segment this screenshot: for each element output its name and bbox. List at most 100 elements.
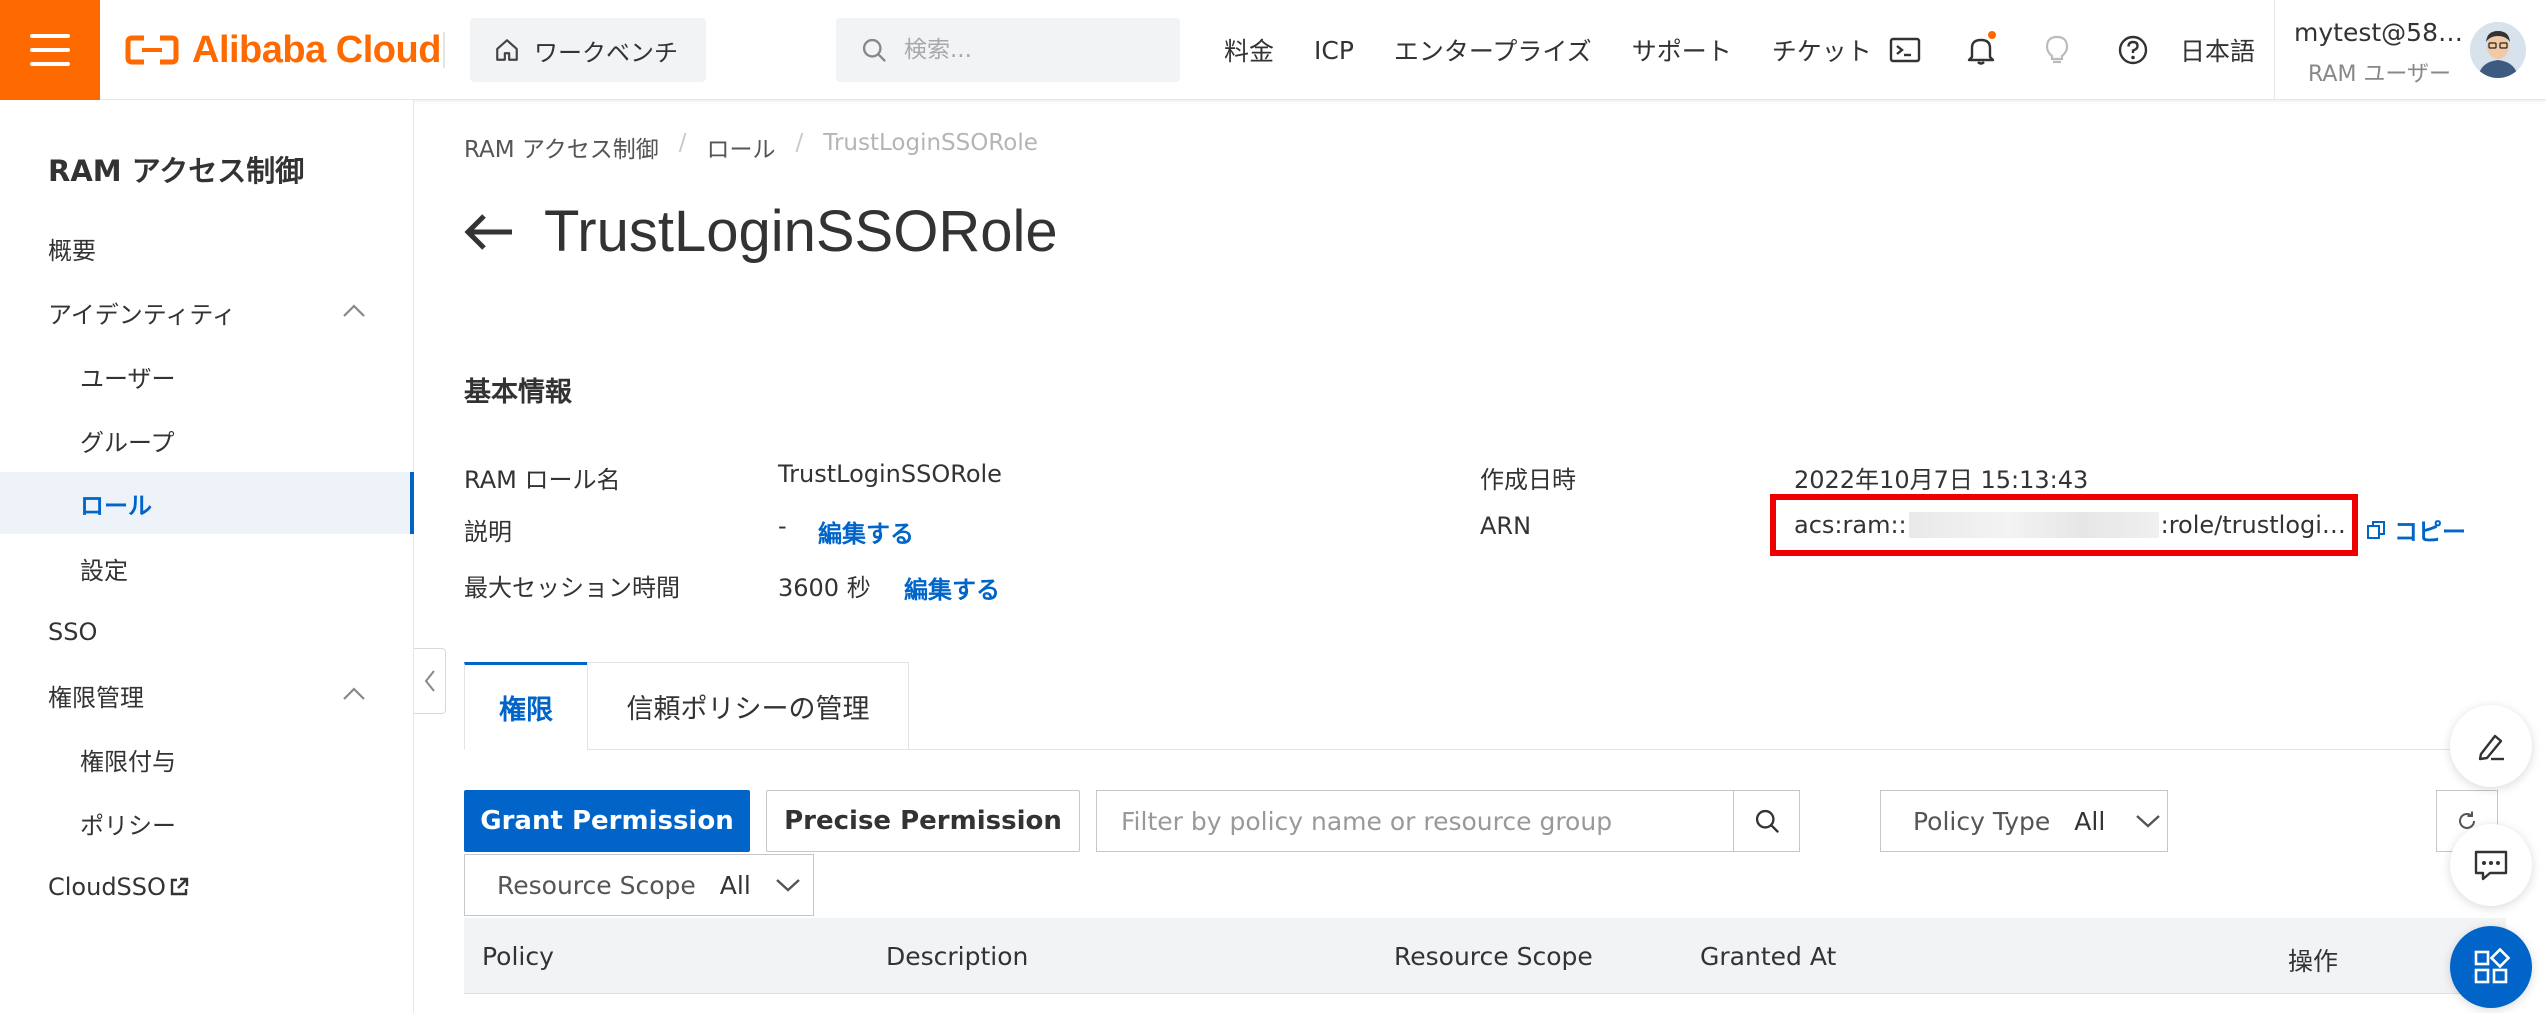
sidebar-item-identity[interactable]: アイデンティティ bbox=[0, 281, 414, 343]
avatar[interactable] bbox=[2470, 22, 2526, 78]
tab-bar: 権限 信頼ポリシーの管理 bbox=[464, 662, 2504, 750]
sidebar-item-permission-management[interactable]: 権限管理 bbox=[0, 664, 414, 726]
bell-icon[interactable] bbox=[1964, 31, 1998, 67]
copy-label: コピー bbox=[2394, 518, 2466, 546]
user-avatar-icon bbox=[2470, 22, 2526, 78]
description-value: - bbox=[778, 512, 787, 540]
top-navigation-bar: Alibaba Cloud ワークベンチ 料金 ICP エンタープライズ サポー… bbox=[0, 0, 2546, 100]
sidebar-collapse-button[interactable] bbox=[414, 648, 446, 714]
nav-link-enterprise[interactable]: エンタープライズ bbox=[1394, 32, 1592, 68]
sidebar-item-label: 権限付与 bbox=[80, 747, 176, 776]
arn-value-highlight: acs:ram:: :role/trustlogi… bbox=[1770, 494, 2358, 556]
page-title: TrustLoginSSORole bbox=[544, 199, 1058, 264]
sidebar-item-label: 概要 bbox=[48, 236, 96, 265]
sidebar-item-label: 権限管理 bbox=[48, 683, 144, 712]
arn-redacted-account bbox=[1908, 512, 2159, 538]
sidebar-item-groups[interactable]: グループ bbox=[0, 409, 414, 471]
permissions-table-header: Policy Description Resource Scope Grante… bbox=[464, 918, 2506, 994]
sidebar-item-settings[interactable]: 設定 bbox=[0, 537, 414, 599]
nav-link-pricing[interactable]: 料金 bbox=[1224, 32, 1274, 68]
column-header-resource-scope: Resource Scope bbox=[1394, 942, 1593, 971]
created-value: 2022年10月7日 15:13:43 bbox=[1794, 466, 2089, 494]
search-input[interactable] bbox=[904, 37, 1154, 63]
resource-scope-select[interactable]: Resource Scope All bbox=[464, 854, 814, 916]
policy-type-label: Policy Type bbox=[1913, 806, 2051, 836]
nav-link-support[interactable]: サポート bbox=[1632, 32, 1732, 68]
column-header-description: Description bbox=[886, 942, 1029, 971]
breadcrumb: RAM アクセス制御 / ロール / TrustLoginSSORole bbox=[464, 130, 1038, 164]
sidebar-item-label: SSO bbox=[48, 618, 98, 646]
sidebar-item-label: ユーザー bbox=[80, 364, 176, 393]
column-header-policy[interactable]: Policy bbox=[482, 942, 554, 971]
sidebar-item-label: アイデンティティ bbox=[48, 300, 236, 329]
edit-session-link[interactable]: 編集する bbox=[904, 570, 1000, 605]
edit-feedback-button[interactable] bbox=[2450, 705, 2532, 787]
user-divider bbox=[2274, 0, 2275, 100]
basic-info-title: 基本情報 bbox=[464, 377, 572, 408]
copy-icon bbox=[2367, 520, 2385, 539]
alibaba-logo-icon bbox=[125, 35, 179, 65]
breadcrumb-separator: / bbox=[795, 130, 804, 156]
arn-label: ARN bbox=[1480, 512, 1532, 540]
column-header-actions: 操作 bbox=[2288, 947, 2339, 976]
grant-permission-button[interactable]: Grant Permission bbox=[464, 790, 750, 852]
description-label: 説明 bbox=[464, 518, 512, 546]
global-search[interactable] bbox=[836, 18, 1180, 82]
logo-text: Alibaba Cloud bbox=[192, 28, 441, 71]
chevron-down-icon bbox=[2136, 815, 2161, 828]
app-launcher-button[interactable] bbox=[2450, 926, 2532, 1008]
resource-scope-value: All bbox=[719, 870, 751, 900]
breadcrumb-item-roles[interactable]: ロール bbox=[707, 130, 776, 164]
policy-type-value: All bbox=[2074, 806, 2106, 836]
edit-description-link[interactable]: 編集する bbox=[818, 514, 914, 549]
breadcrumb-item-ram[interactable]: RAM アクセス制御 bbox=[464, 130, 659, 164]
sidebar-item-sso[interactable]: SSO bbox=[0, 601, 414, 663]
sidebar-item-label: ロール bbox=[80, 491, 152, 520]
sidebar-item-roles[interactable]: ロール bbox=[0, 472, 414, 534]
policy-type-select[interactable]: Policy Type All bbox=[1880, 790, 2168, 852]
chevron-up-icon bbox=[343, 687, 365, 700]
resource-scope-label: Resource Scope bbox=[497, 870, 696, 900]
pencil-icon bbox=[2478, 734, 2504, 761]
chat-button[interactable] bbox=[2450, 824, 2532, 906]
policy-filter bbox=[1096, 790, 1800, 852]
logo-divider bbox=[443, 32, 445, 68]
back-arrow-icon[interactable] bbox=[462, 212, 514, 252]
filter-search-button[interactable] bbox=[1733, 791, 1799, 851]
menu-icon[interactable] bbox=[0, 0, 100, 100]
arn-prefix: acs:ram:: bbox=[1794, 511, 1907, 539]
sidebar-item-grants[interactable]: 権限付与 bbox=[0, 728, 414, 790]
breadcrumb-separator: / bbox=[678, 130, 687, 156]
notification-dot bbox=[1988, 31, 1996, 39]
sidebar-item-label: グループ bbox=[80, 428, 175, 457]
copy-arn-button[interactable]: コピー bbox=[2366, 512, 2466, 547]
sidebar-item-label: ポリシー bbox=[80, 811, 176, 840]
workbench-button[interactable]: ワークベンチ bbox=[470, 18, 706, 82]
nav-link-ticket[interactable]: チケット bbox=[1772, 32, 1872, 68]
precise-permission-button[interactable]: Precise Permission bbox=[766, 790, 1080, 852]
arn-suffix: :role/trustlogi… bbox=[2160, 511, 2346, 539]
sidebar-item-users[interactable]: ユーザー bbox=[0, 345, 414, 407]
sidebar-item-label: CloudSSO bbox=[48, 873, 166, 901]
lightbulb-icon[interactable] bbox=[2040, 33, 2074, 67]
search-icon bbox=[1755, 809, 1779, 833]
user-name[interactable]: mytest@58… bbox=[2294, 18, 2463, 47]
column-header-granted-at[interactable]: Granted At bbox=[1700, 942, 1836, 971]
nav-link-icp[interactable]: ICP bbox=[1314, 36, 1354, 65]
created-label: 作成日時 bbox=[1480, 466, 1576, 494]
tab-permissions[interactable]: 権限 bbox=[464, 662, 588, 750]
sidebar-item-overview[interactable]: 概要 bbox=[0, 217, 414, 279]
sidebar-title: RAM アクセス制御 bbox=[48, 154, 305, 188]
chat-icon bbox=[2474, 850, 2508, 881]
tab-trust-policy[interactable]: 信頼ポリシーの管理 bbox=[587, 662, 909, 750]
home-icon bbox=[496, 39, 518, 61]
sidebar-item-policies[interactable]: ポリシー bbox=[0, 792, 414, 854]
language-switcher[interactable]: 日本語 bbox=[2180, 0, 2255, 100]
policy-filter-input[interactable] bbox=[1097, 791, 1733, 851]
help-icon[interactable] bbox=[2116, 33, 2150, 67]
external-link-icon bbox=[170, 877, 189, 896]
alibaba-cloud-logo[interactable]: Alibaba Cloud bbox=[124, 24, 441, 76]
role-name-value: TrustLoginSSORole bbox=[778, 460, 1002, 488]
terminal-icon[interactable] bbox=[1888, 33, 1922, 67]
sidebar-item-cloudsso[interactable]: CloudSSO bbox=[0, 856, 414, 918]
